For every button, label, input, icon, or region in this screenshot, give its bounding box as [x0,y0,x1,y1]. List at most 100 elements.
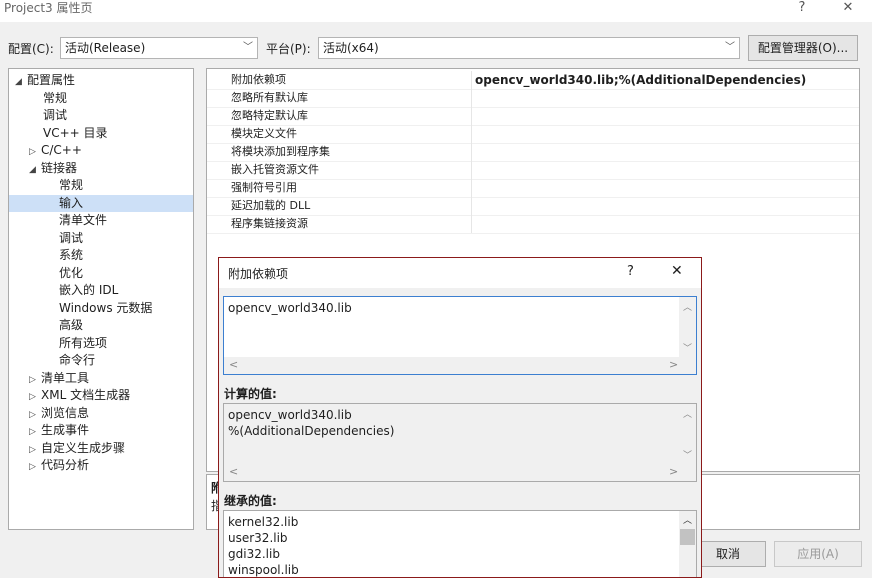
tree-item-manifest[interactable]: 清单文件 [59,212,107,229]
chevron-down-icon: ﹀ [725,42,735,53]
tree-item-build-events[interactable]: ▷ 生成事件 [29,422,89,439]
expand-arrow-icon: ▷ [29,462,36,472]
title-bar: Project3 属性页 ? ✕ [0,0,872,22]
property-name: 嵌入托管资源文件 [231,163,319,176]
tree-item-optimize[interactable]: 优化 [59,265,83,282]
scroll-thumb[interactable] [680,529,695,545]
property-name: 忽略特定默认库 [231,109,308,122]
computed-line: opencv_world340.lib [228,408,352,422]
tree-item-linker-debug[interactable]: 调试 [59,230,83,247]
tree-item-advanced[interactable]: 高级 [59,317,83,334]
config-manager-button[interactable]: 配置管理器(O)... [748,35,858,61]
grid-row[interactable]: 嵌入托管资源文件 [207,161,859,180]
grid-row[interactable]: 将模块添加到程序集 [207,143,859,162]
dependencies-input-text[interactable]: opencv_world340.lib [228,300,352,316]
scroll-left-icon[interactable]: < [229,358,238,371]
dialog-help-button[interactable]: ? [627,264,634,279]
property-name: 将模块添加到程序集 [231,145,330,158]
inherited-values-box: kernel32.lib user32.lib gdi32.lib winspo… [223,510,697,577]
grid-row[interactable]: 程序集链接资源 [207,215,859,234]
tree-item-xml-doc[interactable]: ▷ XML 文档生成器 [29,387,130,404]
platform-dropdown[interactable]: 活动(x64) ﹀ [318,37,740,59]
tree-item-linker-input[interactable]: 输入 [9,195,193,212]
tree-item-system[interactable]: 系统 [59,247,83,264]
scroll-up-icon[interactable]: ︿ [679,300,696,313]
grid-row[interactable]: 忽略特定默认库 [207,107,859,126]
inherited-line: winspool.lib [228,563,299,577]
computed-values-label: 计算的值: [224,387,277,401]
scroll-right-icon[interactable]: > [669,465,678,478]
horizontal-scrollbar[interactable]: < > [224,464,696,481]
expand-arrow-icon: ▷ [29,427,36,437]
apply-button[interactable]: 应用(A) [774,541,862,567]
computed-values-box: opencv_world340.lib %(AdditionalDependen… [223,403,697,482]
property-tree: ◢ 配置属性 常规 调试 VC++ 目录 ▷ C/C++ ◢ 链接器 常规 输入 清单… [8,68,194,530]
grid-row[interactable]: 强制符号引用 [207,179,859,198]
property-value[interactable] [471,179,855,197]
inherited-line: user32.lib [228,531,288,545]
expand-arrow-icon: ▷ [29,147,36,157]
dialog-title: 附加依赖项 [228,267,289,281]
help-button[interactable]: ? [787,0,817,18]
computed-line: %(AdditionalDependencies) [228,424,395,438]
window-title: Project3 属性页 [4,1,93,15]
inherited-values-label: 继承的值: [224,494,277,508]
tree-item-all-options[interactable]: 所有选项 [59,335,107,352]
tree-item-embedded-idl[interactable]: 嵌入的 IDL [59,282,118,299]
inherited-line: kernel32.lib [228,515,299,529]
grid-row[interactable]: 延迟加载的 DLL [207,197,859,216]
dialog-title-bar: 附加依赖项 ? ✕ [219,258,701,288]
property-name: 忽略所有默认库 [231,91,308,104]
property-value[interactable] [471,107,855,125]
tree-item-command-line[interactable]: 命令行 [59,352,95,369]
dialog-close-button[interactable]: ✕ [671,263,683,279]
scroll-left-icon[interactable]: < [229,465,238,478]
property-value[interactable] [471,143,855,161]
chevron-down-icon: ﹀ [243,42,253,53]
close-button[interactable]: ✕ [833,0,863,18]
tree-item-linker-general[interactable]: 常规 [59,177,83,194]
tree-item-windows-metadata[interactable]: Windows 元数据 [59,300,152,317]
grid-row[interactable]: 附加依赖项 opencv_world340.lib;%(AdditionalDep… [207,71,859,90]
tree-item-browse-info[interactable]: ▷ 浏览信息 [29,405,89,422]
horizontal-scrollbar[interactable]: < > [224,357,696,374]
dependencies-input[interactable]: opencv_world340.lib ︿ ﹀ < > [223,296,697,375]
tree-item-code-analysis[interactable]: ▷ 代码分析 [29,457,89,474]
vertical-scrollbar[interactable]: ︿ [679,511,696,577]
tree-item-linker[interactable]: ◢ 链接器 [29,160,77,177]
tree-item-vc-dirs[interactable]: VC++ 目录 [43,125,108,142]
tree-item-general[interactable]: 常规 [43,90,67,107]
config-value: 活动(Release) [65,41,146,55]
property-value[interactable] [471,89,855,107]
config-dropdown[interactable]: 活动(Release) ﹀ [60,37,258,59]
property-value[interactable] [471,161,855,179]
tree-item-manifest-tool[interactable]: ▷ 清单工具 [29,370,89,387]
expand-arrow-icon: ▷ [29,392,36,402]
additional-dependencies-dialog: 附加依赖项 ? ✕ opencv_world340.lib ︿ ﹀ < > 计算… [218,257,702,578]
tree-item-debug[interactable]: 调试 [43,107,67,124]
property-value[interactable] [471,125,855,143]
scroll-right-icon[interactable]: > [669,358,678,371]
tree-item-cpp[interactable]: ▷ C/C++ [29,142,82,159]
vertical-scrollbar[interactable]: ︿ ﹀ [679,404,696,464]
platform-value: 活动(x64) [323,41,379,55]
property-name: 强制符号引用 [231,181,297,194]
property-value[interactable] [471,215,855,233]
grid-row[interactable]: 模块定义文件 [207,125,859,144]
property-name: 延迟加载的 DLL [231,199,311,212]
grid-row[interactable]: 忽略所有默认库 [207,89,859,108]
property-value[interactable] [471,197,855,215]
property-name: 附加依赖项 [231,73,286,86]
expand-arrow-icon: ◢ [15,77,22,87]
property-name: 程序集链接资源 [231,217,308,230]
scroll-down-icon[interactable]: ﹀ [679,341,696,354]
scroll-down-icon[interactable]: ﹀ [679,448,696,461]
config-label: 配置(C): [8,42,54,56]
scroll-up-icon[interactable]: ︿ [679,407,696,420]
vertical-scrollbar[interactable]: ︿ ﹀ [679,297,696,357]
tree-item-config-properties[interactable]: ◢ 配置属性 [15,72,75,89]
tree-item-custom-build[interactable]: ▷ 自定义生成步骤 [29,440,125,457]
property-value[interactable]: opencv_world340.lib;%(AdditionalDependen… [471,71,855,89]
property-name: 模块定义文件 [231,127,297,140]
scroll-up-icon[interactable]: ︿ [679,513,696,526]
